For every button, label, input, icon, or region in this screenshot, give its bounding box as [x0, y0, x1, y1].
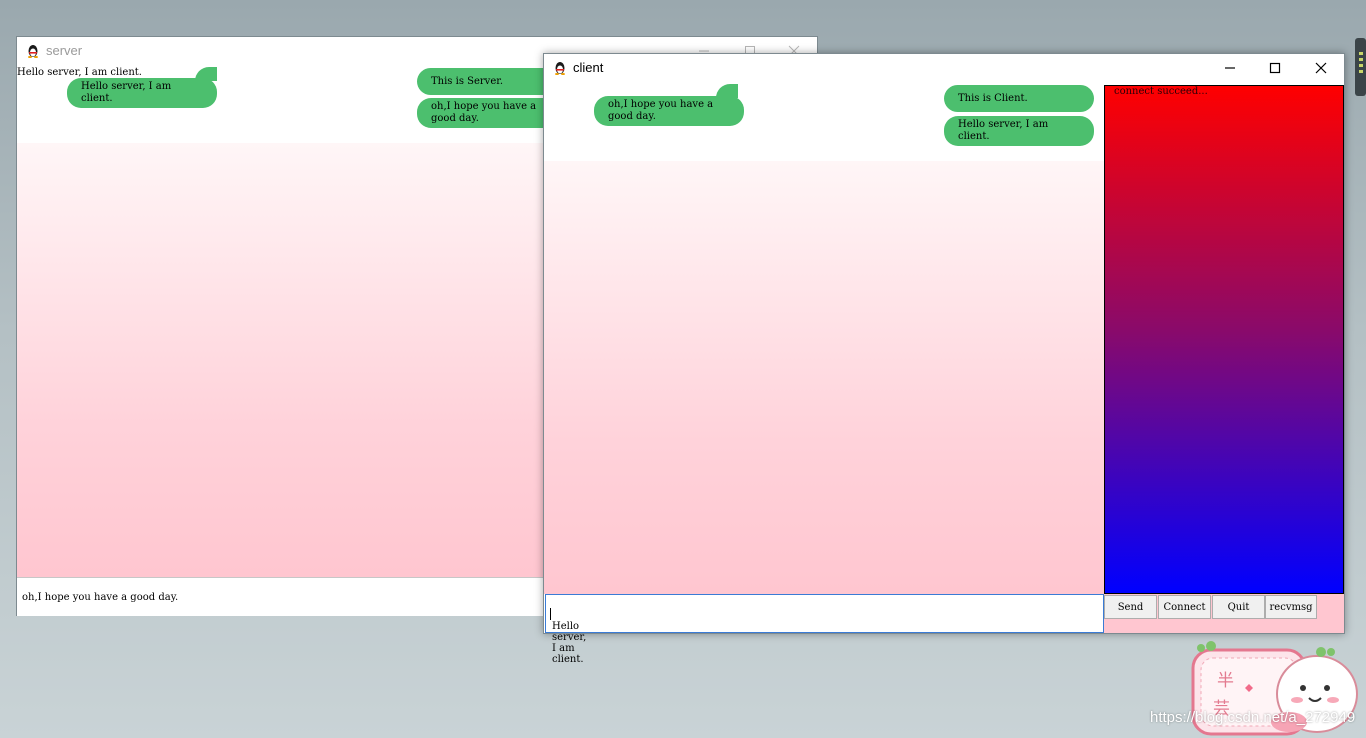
- status-panel: connect succeed...: [1104, 85, 1344, 594]
- desktop-widget: [1355, 38, 1366, 96]
- sent-bubble: This is Server.: [417, 68, 562, 95]
- sent-bubble: This is Client.: [944, 85, 1094, 112]
- input-value: Hello server, I am client.: [549, 608, 586, 665]
- plain-message: Hello server, I am client.: [17, 67, 142, 78]
- text-caret: [550, 608, 551, 620]
- client-window: client oh,I hope you have a good day. Th…: [543, 53, 1345, 665]
- button-bar: Send Connect Quit recvmsg: [1104, 594, 1344, 633]
- close-icon: [1315, 62, 1327, 74]
- message-input[interactable]: oh,I hope you have a good day.: [17, 577, 545, 616]
- qq-penguin-icon: [28, 45, 38, 58]
- chat-background: [544, 161, 1104, 594]
- sent-bubble: oh,I hope you have a good day.: [417, 98, 562, 128]
- sent-bubble: Hello server, I am client.: [944, 116, 1094, 146]
- quit-button[interactable]: Quit: [1212, 595, 1265, 619]
- minimize-button[interactable]: [1207, 54, 1253, 82]
- maximize-icon: [1269, 62, 1281, 74]
- maximize-button[interactable]: [1252, 54, 1298, 82]
- status-text: connect succeed...: [1114, 86, 1208, 97]
- connect-button[interactable]: Connect: [1158, 595, 1211, 619]
- window-title: client: [573, 60, 604, 75]
- qq-penguin-icon: [555, 62, 565, 75]
- send-button[interactable]: Send: [1104, 595, 1157, 619]
- watermark-text: https://blog.csdn.net/a_272949: [1150, 709, 1356, 726]
- message-input[interactable]: Hello server, I am client.: [545, 594, 1104, 665]
- input-value: oh,I hope you have a good day.: [22, 592, 179, 603]
- window-title: server: [46, 43, 83, 58]
- recvmsg-button[interactable]: recvmsg: [1265, 595, 1317, 619]
- received-bubble: oh,I hope you have a good day.: [594, 96, 744, 126]
- close-button[interactable]: [1298, 54, 1344, 82]
- received-bubble: Hello server, I am client.: [67, 78, 217, 108]
- client-titlebar[interactable]: client: [544, 54, 1344, 82]
- sticker-char: 半: [1217, 671, 1234, 691]
- chat-background: [17, 143, 545, 577]
- minimize-icon: [1225, 67, 1235, 69]
